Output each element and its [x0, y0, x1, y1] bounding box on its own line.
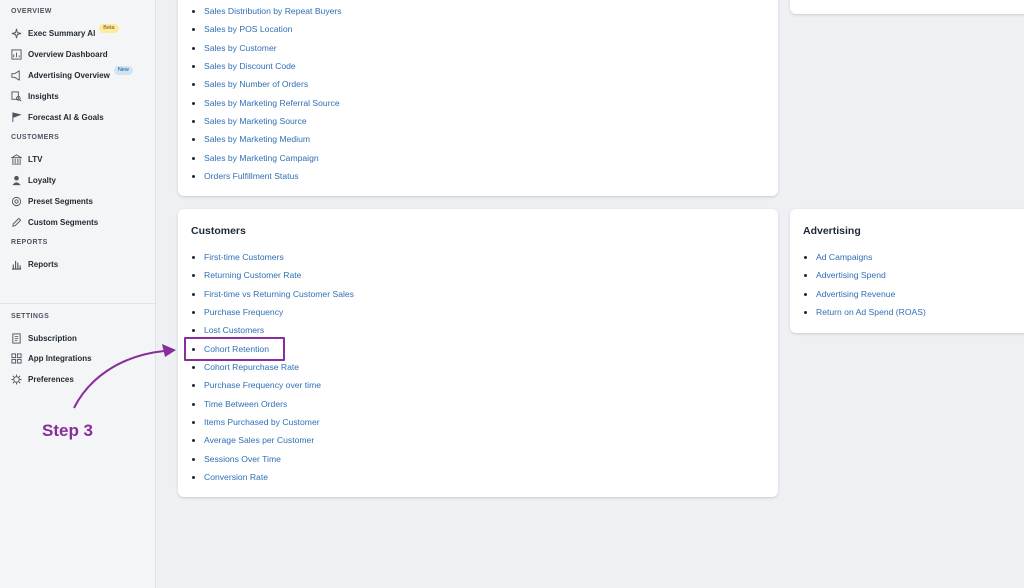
advertising-card: Advertising Ad Campaigns Advertising Spe… — [790, 209, 1024, 333]
list-item: Sales by Marketing Referral Source — [204, 94, 342, 112]
report-link[interactable]: Lost Customers — [204, 325, 264, 335]
sales-reports-card: Sales Distribution by Repeat Buyers Sale… — [178, 0, 778, 196]
list-item: Sales by POS Location — [204, 20, 342, 38]
list-item: Conversion Rate — [204, 468, 354, 486]
report-link[interactable]: Orders Fulfillment Status — [204, 171, 299, 181]
list-item: Sessions Over Time — [204, 450, 354, 468]
list-item: Purchase Frequency over time — [204, 376, 354, 394]
report-link[interactable]: Sales by Marketing Campaign — [204, 153, 319, 163]
list-item: Sales by Marketing Campaign — [204, 149, 342, 167]
list-item: Return on Ad Spend (ROAS) — [816, 303, 926, 321]
report-link[interactable]: Sales by Marketing Medium — [204, 134, 310, 144]
list-item: First-time vs Returning Customer Sales — [204, 285, 354, 303]
report-link[interactable]: Sessions Over Time — [204, 454, 281, 464]
list-item: Sales by Number of Orders — [204, 75, 342, 93]
report-link[interactable]: Ad Campaigns — [816, 252, 872, 262]
list-item: Returning Customer Rate — [204, 266, 354, 284]
customers-links-list: First-time Customers Returning Customer … — [193, 248, 354, 486]
report-link[interactable]: Sales by POS Location — [204, 24, 292, 34]
list-item: Sales by Discount Code — [204, 57, 342, 75]
report-link[interactable]: Sales by Customer — [204, 43, 277, 53]
report-link[interactable]: Sales by Marketing Referral Source — [204, 98, 340, 108]
advertising-links-list: Ad Campaigns Advertising Spend Advertisi… — [805, 248, 926, 321]
report-link[interactable]: First-time vs Returning Customer Sales — [204, 289, 354, 299]
report-link[interactable]: Average Sales per Customer — [204, 435, 314, 445]
report-link[interactable]: Return on Ad Spend (ROAS) — [816, 307, 926, 317]
report-link[interactable]: Sales Distribution by Repeat Buyers — [204, 6, 342, 16]
list-item: Advertising Revenue — [816, 285, 926, 303]
report-link[interactable]: First-time Customers — [204, 252, 284, 262]
list-item: Time Between Orders — [204, 395, 354, 413]
list-item: Advertising Spend — [816, 266, 926, 284]
report-link[interactable]: Returning Customer Rate — [204, 270, 301, 280]
report-link[interactable]: Items Purchased by Customer — [204, 417, 320, 427]
list-item: Sales by Marketing Source — [204, 112, 342, 130]
list-item: First-time Customers — [204, 248, 354, 266]
report-link[interactable]: Cohort Repurchase Rate — [204, 362, 299, 372]
top-right-card — [790, 0, 1024, 14]
report-link[interactable]: Purchase Frequency — [204, 307, 283, 317]
annotation-arrow — [73, 344, 176, 409]
list-item: Sales Distribution by Repeat Buyers — [204, 2, 342, 20]
list-item: Sales by Marketing Medium — [204, 130, 342, 148]
report-link[interactable]: Sales by Number of Orders — [204, 79, 308, 89]
report-link[interactable]: Time Between Orders — [204, 399, 287, 409]
report-link[interactable]: Purchase Frequency over time — [204, 380, 321, 390]
list-item: Orders Fulfillment Status — [204, 167, 342, 185]
list-item: Ad Campaigns — [816, 248, 926, 266]
report-link[interactable]: Advertising Spend — [816, 270, 886, 280]
list-item: Sales by Customer — [204, 39, 342, 57]
report-link[interactable]: Sales by Marketing Source — [204, 116, 307, 126]
report-link[interactable]: Sales by Discount Code — [204, 61, 296, 71]
list-item: Average Sales per Customer — [204, 431, 354, 449]
report-link[interactable]: Conversion Rate — [204, 472, 268, 482]
card-title: Advertising — [803, 225, 861, 237]
report-link[interactable]: Advertising Revenue — [816, 289, 895, 299]
list-item: Items Purchased by Customer — [204, 413, 354, 431]
step-label: Step 3 — [42, 421, 94, 440]
list-item: Purchase Frequency — [204, 303, 354, 321]
sales-links-list: Sales Distribution by Repeat Buyers Sale… — [193, 2, 342, 185]
